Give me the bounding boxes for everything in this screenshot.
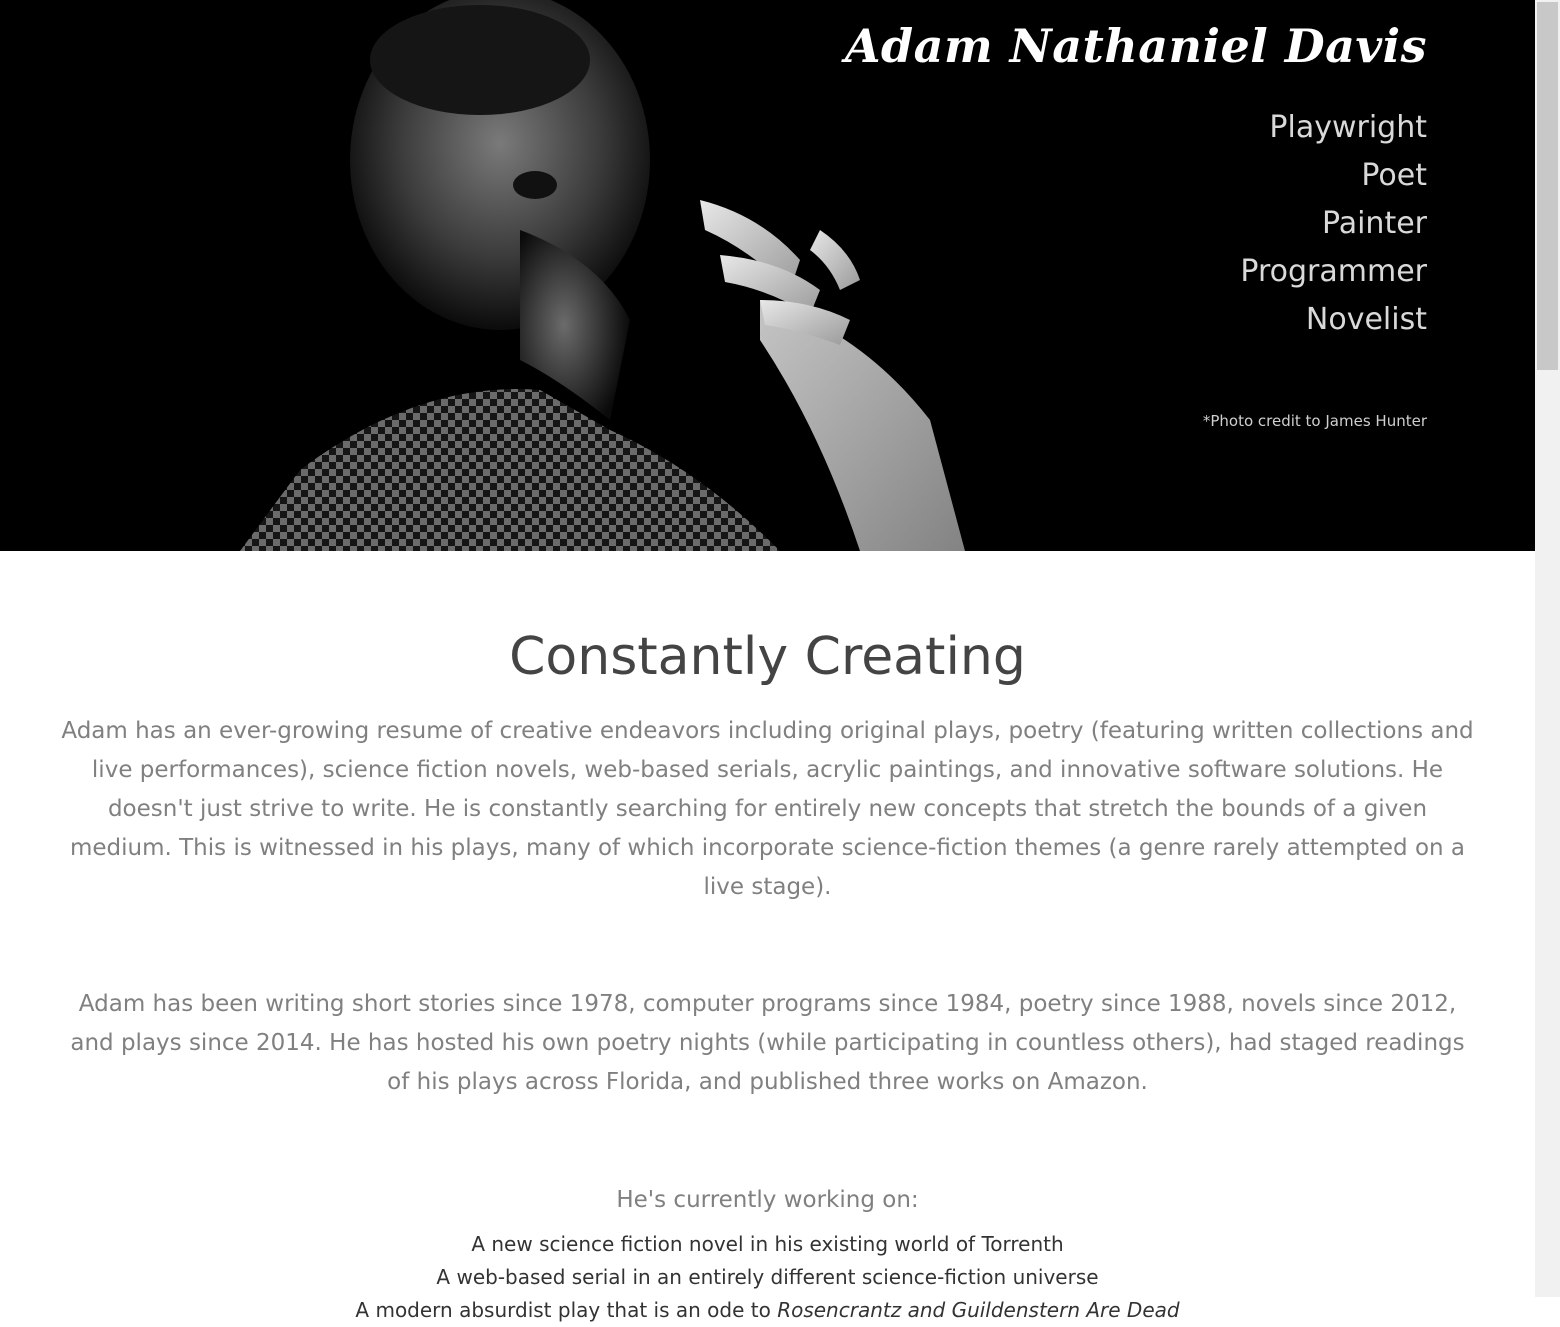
intro-paragraph: Adam has an ever-growing resume of creat… (61, 718, 1474, 900)
work-item: A modern absurdist play that is an ode t… (0, 1294, 1535, 1327)
role-novelist[interactable]: Novelist (845, 296, 1427, 344)
role-programmer[interactable]: Programmer (845, 248, 1427, 296)
photo-credit: *Photo credit to James Hunter (1202, 412, 1427, 430)
work-item-text: A new science fiction novel in his exist… (471, 1232, 1064, 1256)
working-on-heading: He's currently working on: (616, 1187, 919, 1213)
role-painter[interactable]: Painter (845, 200, 1427, 248)
portrait-photo (0, 0, 965, 551)
main-content: Constantly Creating Adam has an ever-gro… (0, 551, 1535, 1327)
work-item-text: A modern absurdist play that is an ode t… (355, 1298, 778, 1322)
role-playwright[interactable]: Playwright (845, 104, 1427, 152)
history-paragraph: Adam has been writing short stories sinc… (70, 991, 1465, 1095)
vertical-scrollbar[interactable] (1535, 0, 1560, 1297)
site-title[interactable]: Adam Nathaniel Davis (845, 14, 1427, 78)
hero-text: Adam Nathaniel Davis Playwright Poet Pai… (845, 14, 1427, 430)
role-poet[interactable]: Poet (845, 152, 1427, 200)
section-heading: Constantly Creating (509, 627, 1026, 687)
work-item: A web-based serial in an entirely differ… (0, 1261, 1535, 1294)
work-item-title: Rosencrantz and Guildenstern Are Dead (777, 1298, 1180, 1322)
work-item-text: A web-based serial in an entirely differ… (436, 1265, 1099, 1289)
works-list: A new science fiction novel in his exist… (0, 1228, 1535, 1327)
hero-banner: Adam Nathaniel Davis Playwright Poet Pai… (0, 0, 1535, 551)
work-item: A new science fiction novel in his exist… (0, 1228, 1535, 1261)
scrollbar-thumb[interactable] (1537, 2, 1558, 370)
role-list: Playwright Poet Painter Programmer Novel… (845, 104, 1427, 344)
